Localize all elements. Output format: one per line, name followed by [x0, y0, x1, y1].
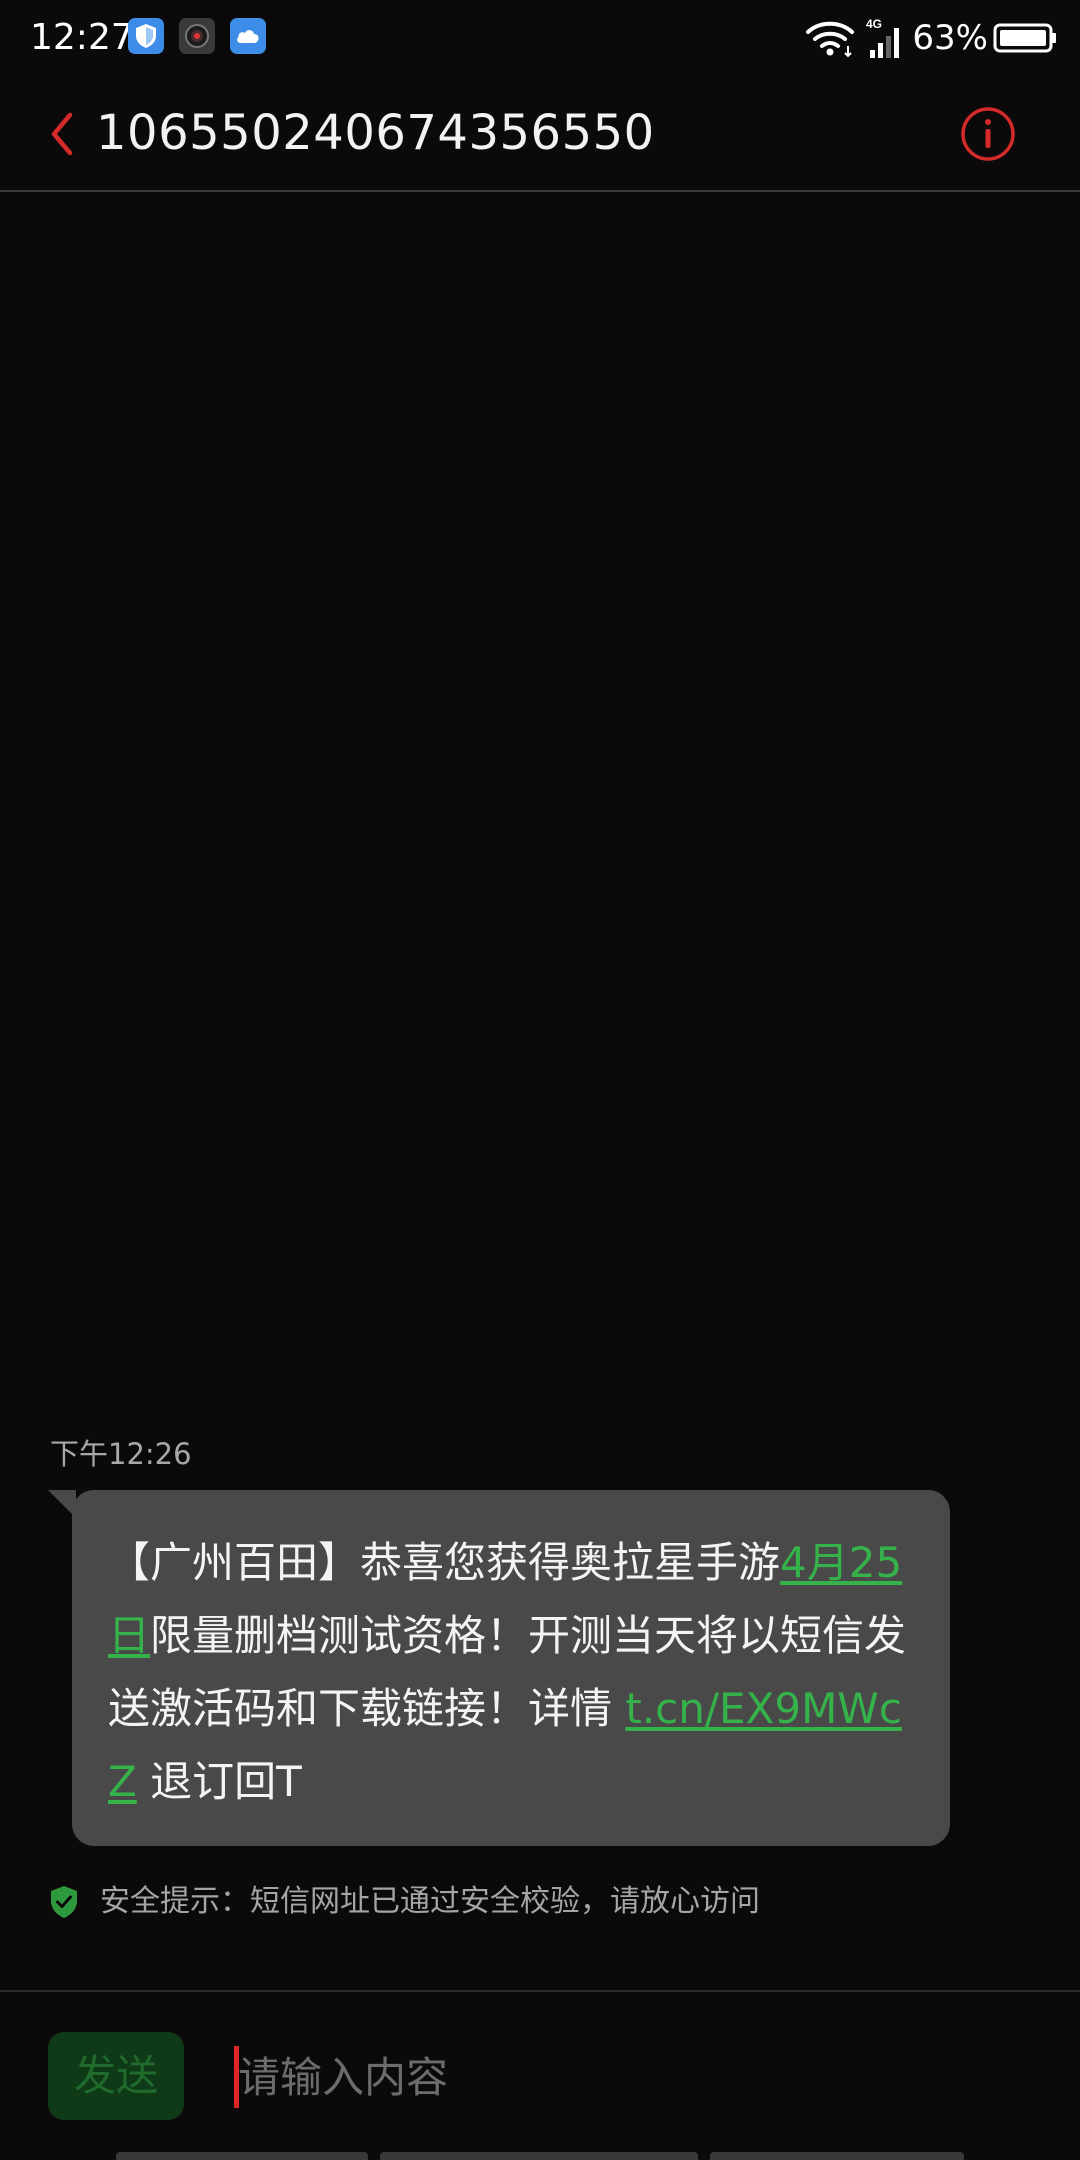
message-segment: 退订回T: [136, 1757, 302, 1806]
keyboard-key-top: [116, 2152, 368, 2160]
info-button[interactable]: [960, 106, 1016, 162]
shield-icon: [128, 18, 164, 54]
battery-icon: [992, 22, 1058, 54]
message-bubble[interactable]: 【广州百田】恭喜您获得奥拉星手游4月25日限量删档测试资格！开测当天将以短信发送…: [72, 1490, 950, 1846]
keyboard-key-top: [380, 2152, 698, 2160]
message-segment: 【广州百田】恭喜您获得奥拉星手游: [108, 1538, 781, 1587]
info-icon: [961, 107, 1015, 161]
status-right-group: 4G 63%: [804, 14, 1058, 62]
send-button[interactable]: 发送: [48, 2032, 184, 2120]
security-tip: 安全提示：短信网址已通过安全校验，请放心访问: [50, 1878, 760, 1926]
chevron-left-icon: [51, 112, 73, 156]
conversation-header: 1065502406743565​50: [0, 78, 1080, 192]
composer-divider: [0, 1990, 1080, 1992]
back-button[interactable]: [36, 104, 86, 164]
cloud-icon: [230, 18, 266, 54]
shield-check-icon: [51, 1886, 77, 1918]
network-type: 4G: [866, 17, 882, 31]
message-text: 【广州百田】恭喜您获得奥拉星手游4月25日限量删档测试资格！开测当天将以短信发送…: [108, 1526, 910, 1818]
message-timestamp: 下午12:26: [50, 1437, 192, 1471]
status-time: 12:27: [30, 17, 134, 58]
wifi-icon: [804, 18, 856, 58]
battery-percent: 63%: [912, 18, 988, 58]
message-input[interactable]: 请输入内容: [238, 2040, 1018, 2116]
security-tip-text: 安全提示：短信网址已通过安全校验，请放心访问: [100, 1884, 760, 1919]
camera-icon: [179, 18, 215, 54]
keyboard-key-top: [710, 2152, 964, 2160]
contact-number-title: 1065502406743565​50: [96, 105, 655, 161]
status-bar: 12:27 4G 63%: [0, 0, 1080, 78]
signal-icon: 4G: [862, 16, 904, 60]
